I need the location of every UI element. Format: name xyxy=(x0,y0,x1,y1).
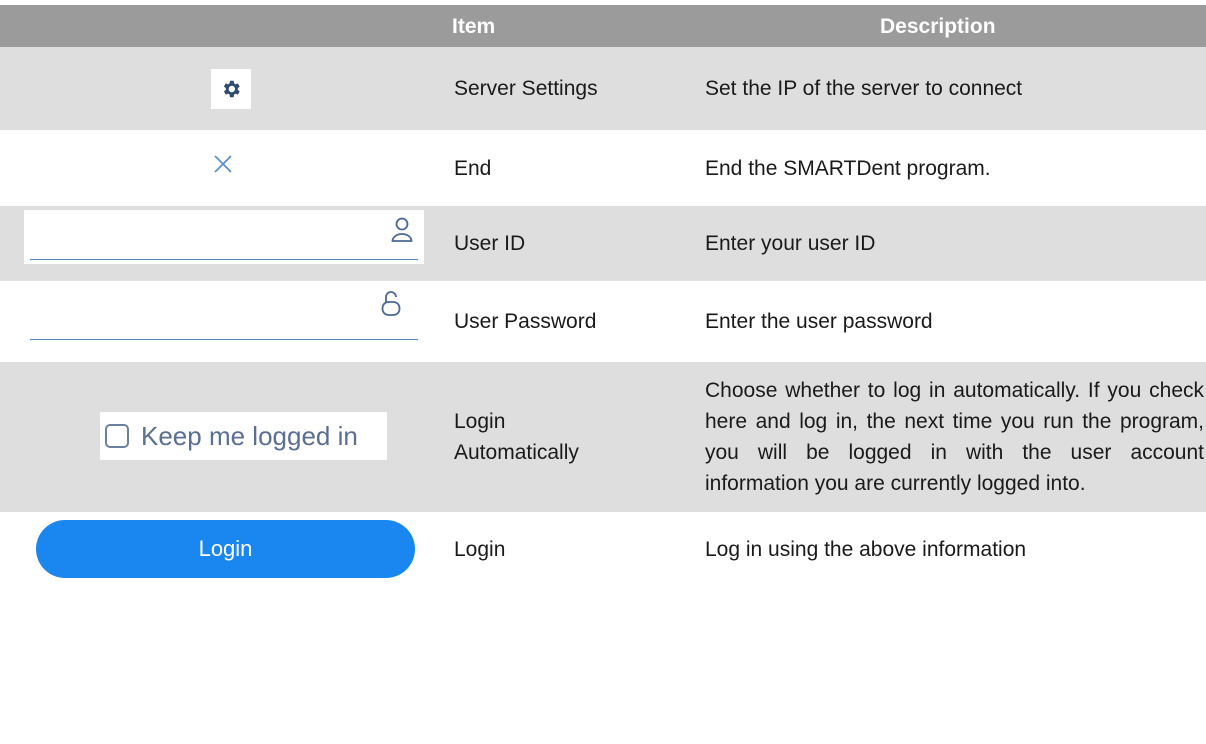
user-id-field[interactable] xyxy=(24,210,424,264)
item-label: User ID xyxy=(454,232,526,255)
item-description: Enter the user password xyxy=(705,310,933,333)
item-label-line1: Login xyxy=(454,410,506,433)
icon-cell xyxy=(0,281,444,362)
table-header: Item Description xyxy=(0,5,1206,47)
keep-logged-in-checkbox[interactable]: Keep me logged in xyxy=(100,412,387,460)
table-row: User Password Enter the user password xyxy=(0,281,1206,362)
item-description: Enter your user ID xyxy=(705,232,876,255)
table-row: Login Login Log in using the above infor… xyxy=(0,512,1206,586)
item-label: Login Automatically xyxy=(444,406,705,468)
item-label-line2: Automatically xyxy=(454,441,579,464)
item-label: End xyxy=(454,156,492,180)
table-row: User ID Enter your user ID xyxy=(0,206,1206,281)
table-row: End End the SMARTDent program. xyxy=(0,130,1206,206)
table-row: Server Settings Set the IP of the server… xyxy=(0,47,1206,130)
header-item: Item xyxy=(452,14,496,38)
item-description: Choose whether to log in automatically. … xyxy=(705,375,1206,499)
item-label: Server Settings xyxy=(454,77,598,100)
lock-icon xyxy=(380,289,402,324)
table-row: Keep me logged in Login Automatically Ch… xyxy=(0,362,1206,512)
checkbox-icon[interactable] xyxy=(105,424,129,448)
keep-logged-in-label: Keep me logged in xyxy=(141,420,358,451)
item-description-table: Item Description Server Settings Set the… xyxy=(0,5,1206,586)
item-description: Log in using the above information xyxy=(705,537,1027,561)
field-underline xyxy=(30,339,418,340)
field-underline xyxy=(30,259,418,260)
icon-cell: Keep me logged in xyxy=(0,362,444,512)
header-description: Description xyxy=(880,14,996,38)
close-icon[interactable] xyxy=(213,154,233,179)
icon-cell: Login xyxy=(0,512,444,586)
icon-cell xyxy=(0,47,444,130)
item-description: Set the IP of the server to connect xyxy=(705,77,1023,100)
gear-icon[interactable] xyxy=(211,69,251,109)
item-label: Login xyxy=(454,537,506,561)
item-label: User Password xyxy=(454,310,597,333)
item-description: End the SMARTDent program. xyxy=(705,156,991,180)
header-icon-cell xyxy=(0,5,444,47)
icon-cell xyxy=(0,206,444,281)
icon-cell xyxy=(0,130,444,206)
login-button[interactable]: Login xyxy=(36,520,415,578)
user-icon xyxy=(390,216,414,249)
